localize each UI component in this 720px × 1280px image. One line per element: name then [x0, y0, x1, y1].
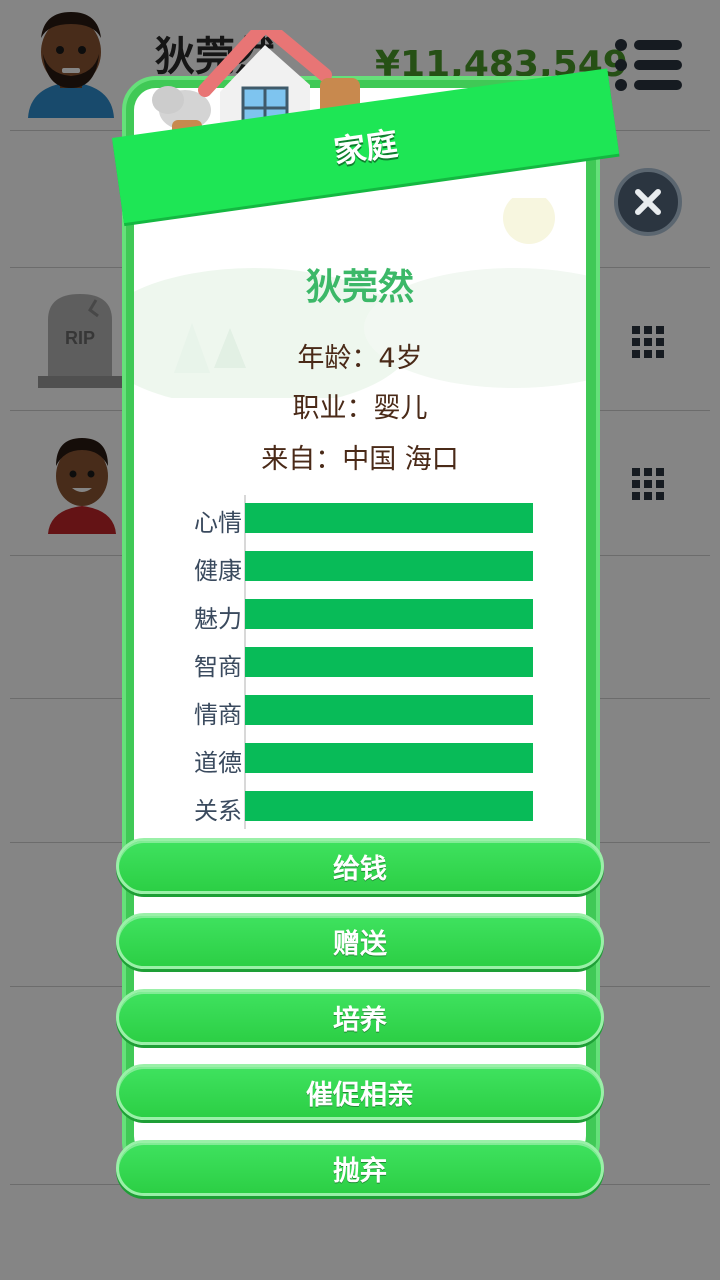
- nurture-button[interactable]: 培养: [116, 989, 604, 1045]
- stat-label-charm: 魅力: [194, 605, 242, 633]
- stat-fill: [245, 743, 533, 773]
- person-name: 狄莞然: [305, 267, 414, 308]
- close-icon: [635, 189, 661, 215]
- stat-label-morality: 道德: [194, 749, 242, 777]
- stat-bar-charm: [245, 599, 533, 629]
- close-button[interactable]: [614, 168, 682, 236]
- stat-label-mood: 心情: [194, 509, 242, 537]
- stat-label-relationship: 关系: [194, 797, 242, 825]
- stat-label-iq: 智商: [194, 653, 242, 681]
- abandon-button[interactable]: 抛弃: [116, 1140, 604, 1196]
- person-occupation: 职业：婴儿: [292, 393, 428, 424]
- stat-label-health: 健康: [194, 557, 242, 585]
- stat-bar-eq: [245, 695, 533, 725]
- stat-fill: [245, 503, 533, 533]
- stat-label-eq: 情商: [194, 701, 242, 729]
- stat-bar-mood: [245, 503, 533, 533]
- person-age: 年龄：4岁: [297, 343, 423, 374]
- stat-bar-morality: [245, 743, 533, 773]
- stat-fill: [245, 599, 533, 629]
- gift-button[interactable]: 赠送: [116, 913, 604, 969]
- give-money-button[interactable]: 给钱: [116, 838, 604, 894]
- stat-fill: [245, 647, 533, 677]
- urge-blind-date-button[interactable]: 催促相亲: [116, 1064, 604, 1120]
- stat-fill: [245, 695, 533, 725]
- stat-bar-iq: [245, 647, 533, 677]
- stat-bar-relationship: [245, 791, 533, 821]
- stat-fill: [245, 791, 533, 821]
- stat-bar-health: [245, 551, 533, 581]
- stat-fill: [245, 551, 533, 581]
- person-origin: 来自：中国 海口: [261, 444, 459, 475]
